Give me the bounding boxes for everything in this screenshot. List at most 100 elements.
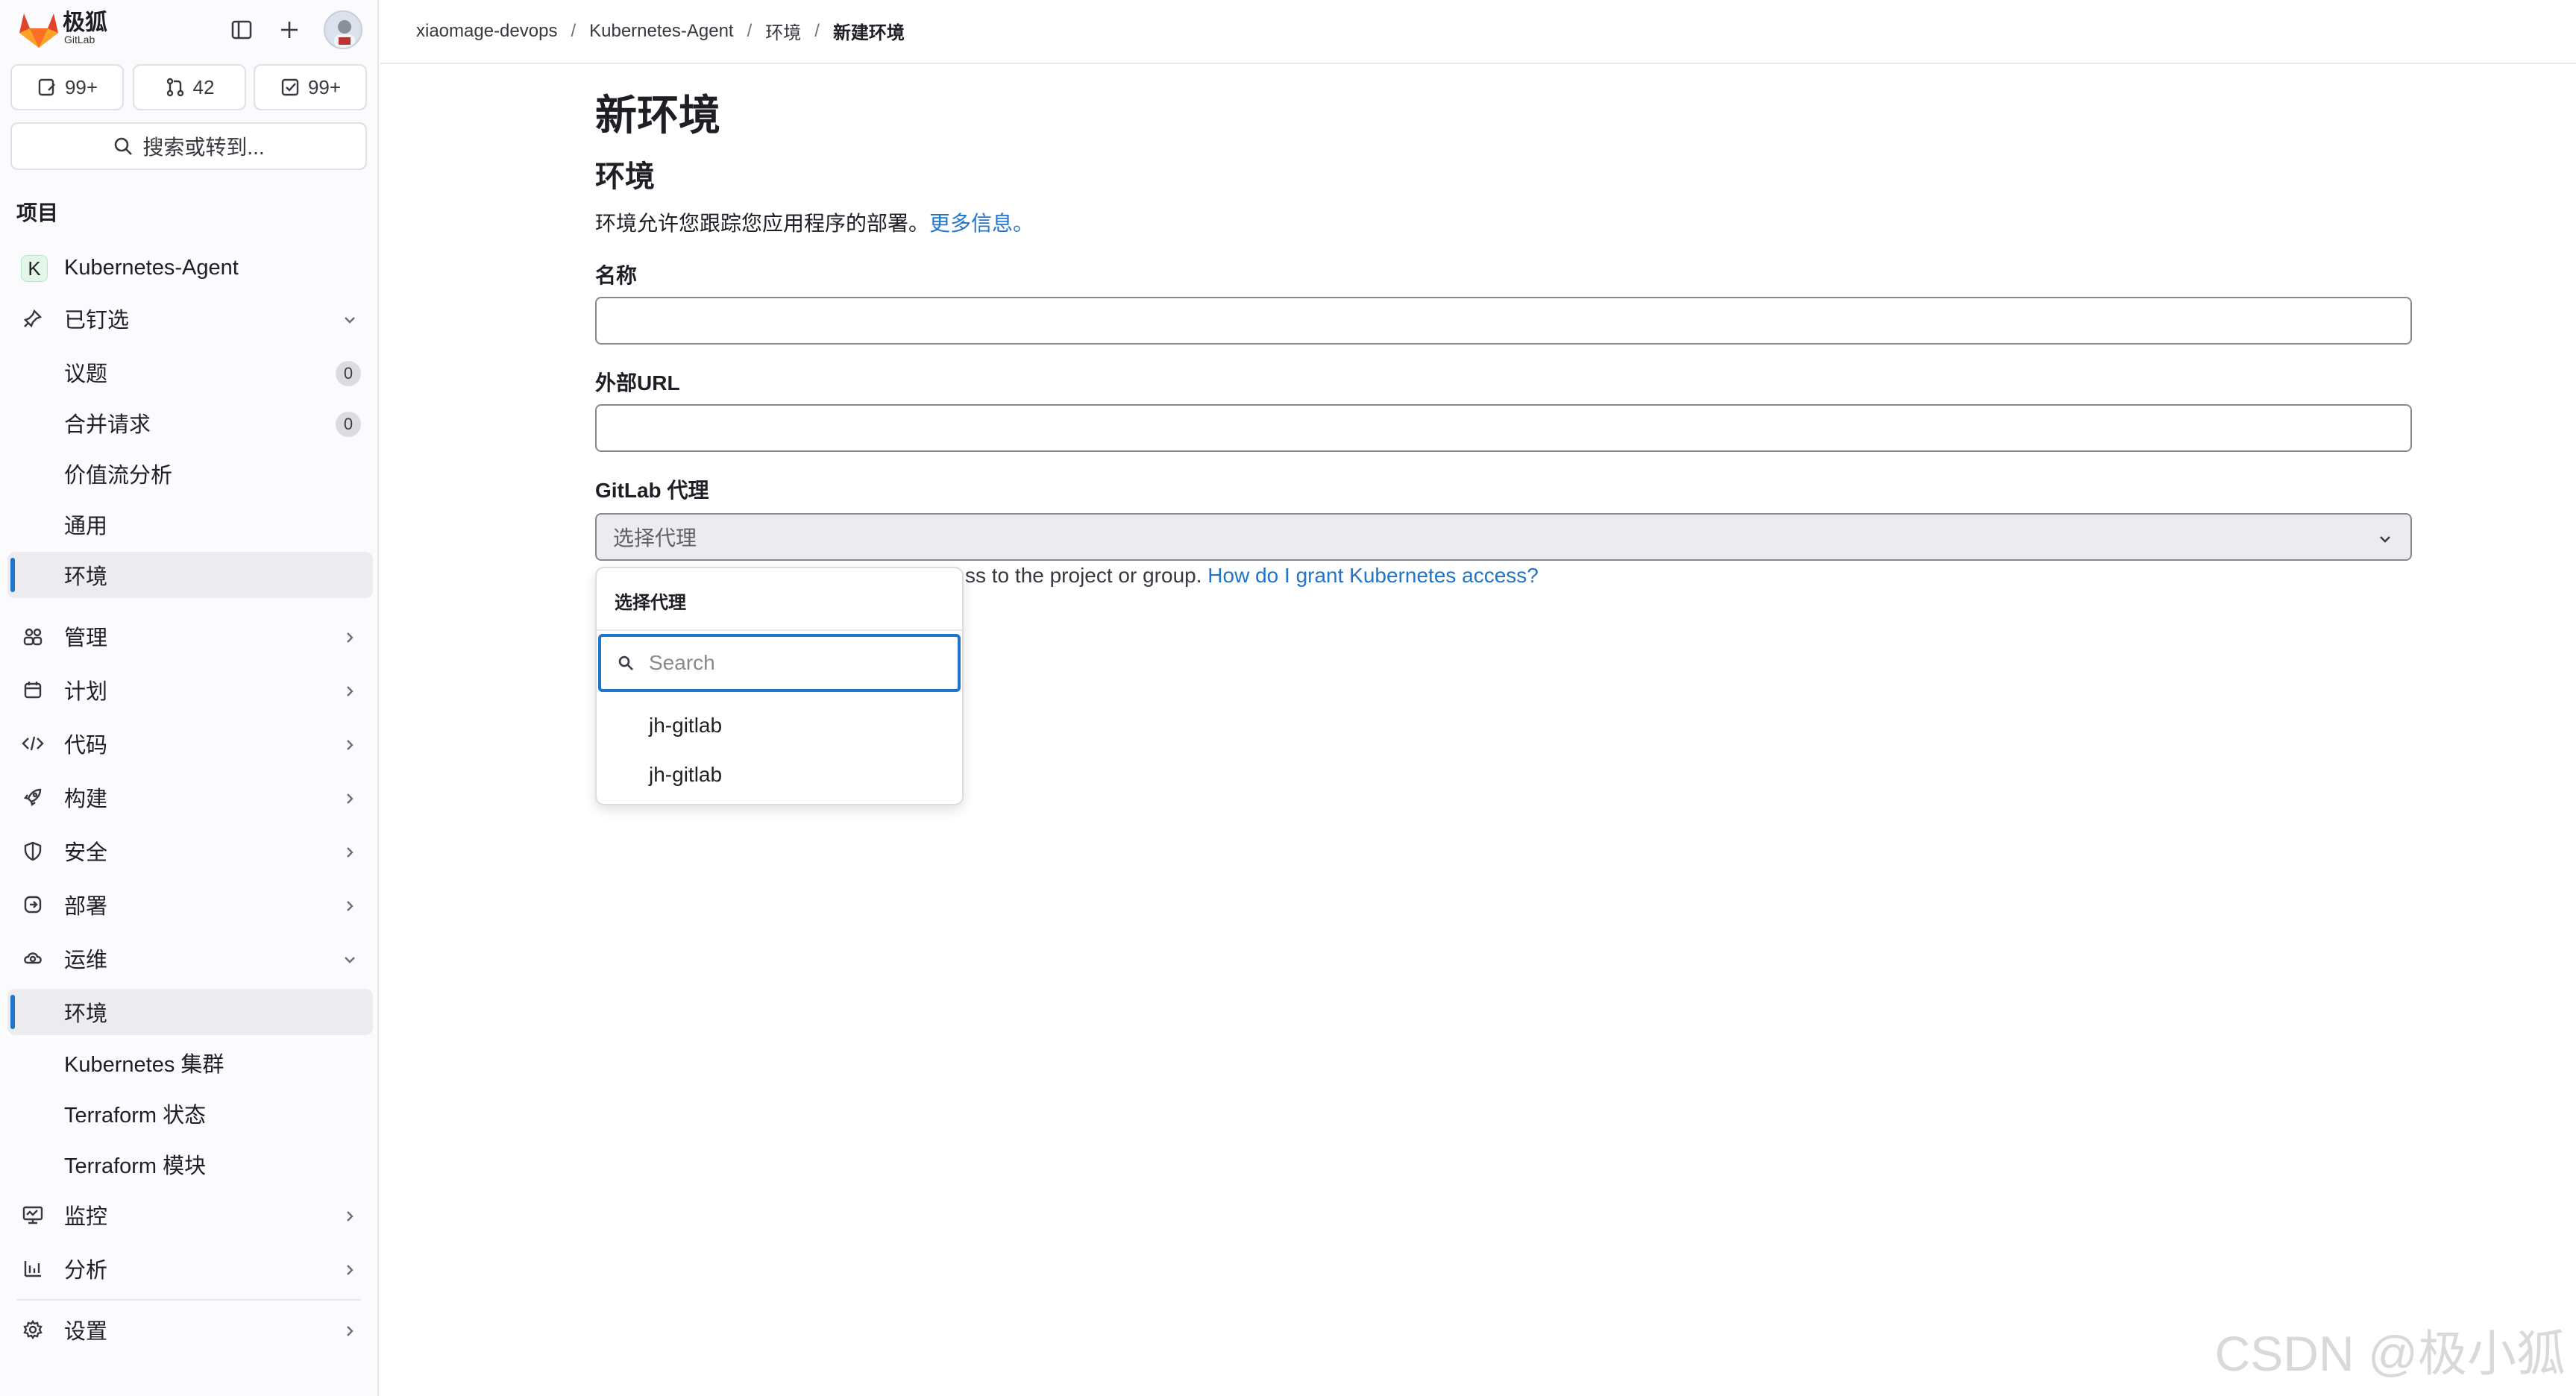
sidebar-item-label: 部署	[64, 895, 108, 919]
chevron-right-icon	[342, 1321, 358, 1337]
chevron-down-icon	[342, 309, 358, 326]
breadcrumb-item[interactable]: Kubernetes-Agent	[589, 21, 733, 42]
sidebar-item-monitor[interactable]: 监控	[7, 1192, 373, 1238]
kubernetes-access-link[interactable]: How do I grant Kubernetes access?	[1207, 564, 1539, 587]
sidebar-section-title: 项目	[16, 201, 59, 224]
sidebar-item-environments[interactable]: 环境	[7, 989, 373, 1035]
user-avatar[interactable]	[324, 10, 362, 49]
todos-counter-button[interactable]: 99+	[254, 64, 367, 110]
description-text: 环境允许您跟踪您应用程序的部署。	[595, 212, 930, 235]
search-label: 搜索或转到...	[142, 136, 265, 159]
sidebar-item-merge-requests[interactable]: 合并请求 0	[7, 400, 373, 446]
breadcrumb-separator: /	[571, 20, 577, 41]
sidebar-item-terraform-modules[interactable]: Terraform 模块	[7, 1141, 373, 1187]
gear-icon	[21, 1318, 45, 1342]
sidebar-item-label: 合并请求	[64, 413, 151, 437]
sidebar-item-issues[interactable]: 议题 0	[7, 349, 373, 395]
project-avatar: K	[21, 255, 48, 282]
chevron-right-icon	[342, 896, 358, 912]
rocket-icon	[21, 785, 45, 809]
sidebar-item-label: 安全	[64, 841, 108, 865]
sidebar-item-label: 议题	[64, 362, 108, 386]
monitor-icon	[21, 1203, 45, 1227]
sidebar-item-secure[interactable]: 安全	[7, 828, 373, 874]
brand-sub: GitLab	[64, 34, 95, 45]
dropdown-divider	[597, 629, 962, 631]
name-input[interactable]	[595, 297, 2412, 345]
sidebar-toggle-icon[interactable]	[225, 13, 258, 46]
chevron-right-icon	[342, 1206, 358, 1222]
chevron-right-icon	[342, 1260, 358, 1276]
plus-icon[interactable]	[273, 13, 306, 46]
sidebar-item-general[interactable]: 通用	[7, 501, 373, 547]
external-url-label: 外部URL	[595, 371, 680, 394]
users-icon	[21, 624, 45, 648]
chevron-right-icon	[342, 735, 358, 751]
sidebar-item-code[interactable]: 代码	[7, 720, 373, 767]
merge-request-icon	[166, 78, 183, 97]
breadcrumb-separator: /	[747, 20, 753, 41]
brand-name: 极狐	[63, 10, 107, 35]
external-url-input[interactable]	[595, 404, 2412, 452]
cloud-gear-icon	[21, 946, 45, 970]
sidebar-item-value-stream[interactable]: 价值流分析	[7, 450, 373, 497]
breadcrumb-item[interactable]: xiaomage-devops	[416, 21, 557, 42]
sidebar-item-deploy[interactable]: 部署	[7, 881, 373, 928]
more-info-link[interactable]: 更多信息。	[929, 212, 1034, 235]
gitlab-logo-icon[interactable]	[16, 10, 61, 49]
chevron-down-icon	[342, 949, 358, 966]
sidebar-item-label: 价值流分析	[64, 464, 173, 488]
sidebar-item-label: 设置	[64, 1320, 108, 1344]
sidebar-item-label: 监控	[64, 1205, 108, 1229]
sidebar-item-environments-pinned[interactable]: 环境	[7, 552, 373, 598]
sidebar-item-label: Kubernetes 集群	[64, 1053, 224, 1077]
sidebar-item-label: 管理	[64, 626, 108, 650]
sidebar-item-manage[interactable]: 管理	[7, 613, 373, 659]
dropdown-search-input[interactable]	[649, 647, 947, 679]
search-icon	[616, 653, 635, 673]
merge-requests-count: 42	[192, 75, 215, 98]
search-or-goto-button[interactable]: 搜索或转到...	[10, 122, 367, 170]
sidebar-item-plan[interactable]: 计划	[7, 667, 373, 713]
agent-help-text: ss to the project or group. How do I gra…	[965, 564, 1539, 588]
sidebar-item-label: 环境	[64, 1002, 108, 1026]
breadcrumb-item[interactable]: 环境	[765, 18, 801, 44]
sidebar-item-label: 代码	[64, 734, 108, 758]
help-text: ss to the project or group.	[965, 564, 1202, 587]
section-title: 环境	[595, 160, 655, 193]
dropdown-title: 选择代理	[615, 593, 686, 613]
sidebar-item-terraform-states[interactable]: Terraform 状态	[7, 1090, 373, 1136]
issues-icon	[38, 78, 55, 96]
sidebar-item-label: 已钉选	[64, 309, 130, 333]
sidebar-item-operate[interactable]: 运维	[7, 935, 373, 981]
count-badge: 0	[336, 412, 361, 437]
sidebar: 极狐 GitLab 99+ 42 99+ 搜索或转到... 项目 K Kuber…	[0, 0, 379, 1396]
sidebar-item-analyze[interactable]: 分析	[7, 1245, 373, 1292]
issues-counter-button[interactable]: 99+	[10, 64, 124, 110]
sidebar-item-label: Kubernetes-Agent	[64, 255, 239, 280]
sidebar-header: 极狐 GitLab	[0, 0, 379, 60]
merge-requests-counter-button[interactable]: 42	[133, 64, 246, 110]
breadcrumb-current[interactable]: 新建环境	[833, 18, 905, 44]
sidebar-item-kubernetes-clusters[interactable]: Kubernetes 集群	[7, 1040, 373, 1086]
top-bar: xiaomage-devops / Kubernetes-Agent / 环境 …	[380, 0, 2576, 64]
dropdown-option[interactable]: jh-gitlab	[598, 701, 961, 750]
sidebar-item-pinned[interactable]: 已钉选	[7, 295, 373, 342]
sidebar-item-label: 运维	[64, 949, 108, 972]
sidebar-item-label: Terraform 模块	[64, 1154, 207, 1178]
code-icon	[21, 732, 45, 755]
pin-icon	[21, 306, 45, 330]
sidebar-item-label: 分析	[64, 1259, 108, 1283]
dropdown-search-box[interactable]	[598, 634, 961, 692]
gitlab-agent-label: GitLab 代理	[595, 479, 709, 502]
dropdown-option[interactable]: jh-gitlab	[598, 750, 961, 799]
sidebar-item-label: 构建	[64, 787, 108, 811]
name-label: 名称	[595, 264, 638, 287]
sidebar-item-project[interactable]: K Kubernetes-Agent	[7, 245, 373, 291]
sidebar-item-build[interactable]: 构建	[7, 774, 373, 820]
agent-select[interactable]: 选择代理	[595, 513, 2412, 561]
sidebar-item-label: 通用	[64, 515, 108, 538]
chevron-right-icon	[342, 627, 358, 644]
sidebar-item-settings[interactable]: 设置	[7, 1307, 373, 1353]
todos-count: 99+	[307, 75, 342, 98]
